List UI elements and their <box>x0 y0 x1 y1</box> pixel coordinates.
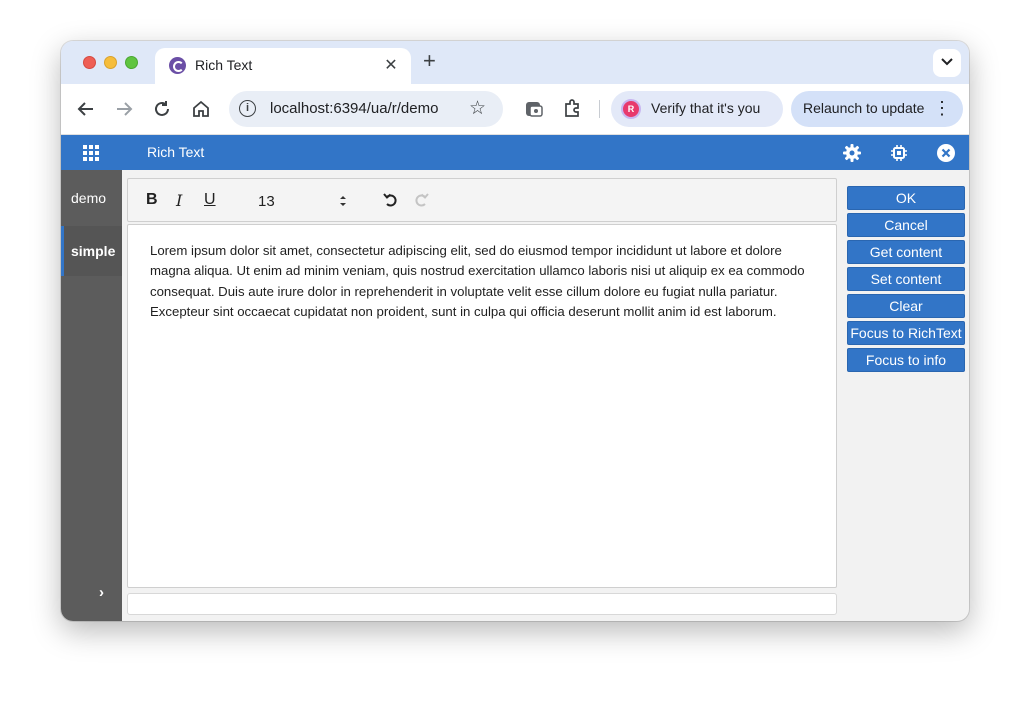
favicon-icon <box>169 57 186 74</box>
puzzle-extensions-icon[interactable] <box>561 97 583 119</box>
focus-info-button[interactable]: Focus to info <box>847 348 965 372</box>
minimize-window-button[interactable] <box>104 56 117 69</box>
browser-tab[interactable]: Rich Text ✕ <box>155 48 411 84</box>
extension-icon[interactable] <box>523 98 545 120</box>
focus-richtext-button[interactable]: Focus to RichText <box>847 321 965 345</box>
bookmark-star-icon[interactable]: ☆ <box>469 97 486 120</box>
kebab-menu-icon[interactable]: ⋮ <box>933 98 951 118</box>
clear-button[interactable]: Clear <box>847 294 965 318</box>
address-bar[interactable]: i localhost:6394/ua/r/demo ☆ <box>229 91 503 127</box>
reload-icon[interactable] <box>151 98 173 120</box>
richtext-toolbar: B I U 13 <box>127 178 837 222</box>
site-info-icon[interactable]: i <box>239 100 256 117</box>
editor-content[interactable]: Lorem ipsum dolor sit amet, consectetur … <box>150 241 810 322</box>
font-size-value[interactable]: 13 <box>258 193 275 210</box>
redo-icon[interactable] <box>412 191 430 209</box>
forward-arrow-icon[interactable] <box>113 98 135 120</box>
tab-search-button[interactable] <box>933 49 961 77</box>
ok-button[interactable]: OK <box>847 186 965 210</box>
chevron-down-icon <box>941 58 953 66</box>
back-arrow-icon[interactable] <box>75 98 97 120</box>
relaunch-button[interactable]: Relaunch to update ⋮ <box>791 91 963 127</box>
spinner-arrows-icon[interactable] <box>338 193 348 209</box>
set-content-button[interactable]: Set content <box>847 267 965 291</box>
chevron-right-icon[interactable]: › <box>99 584 104 601</box>
browser-toolbar: i localhost:6394/ua/r/demo ☆ R Verify th… <box>61 84 969 135</box>
tab-strip: Rich Text ✕ + <box>61 41 969 84</box>
tab-close-icon[interactable]: ✕ <box>381 55 401 75</box>
chip-icon[interactable] <box>889 143 909 163</box>
info-input[interactable] <box>127 593 837 615</box>
bold-button[interactable]: B <box>146 191 158 209</box>
verify-label: Verify that it's you <box>651 100 761 116</box>
tab-title: Rich Text <box>195 57 253 73</box>
app-title: Rich Text <box>147 144 205 160</box>
profile-avatar: R <box>621 99 641 119</box>
toolbar-divider <box>599 100 600 118</box>
sidebar-item-simple[interactable]: simple <box>61 226 122 276</box>
sidebar: demo simple › <box>61 170 122 621</box>
home-icon[interactable] <box>190 98 212 120</box>
gear-icon[interactable] <box>842 143 862 163</box>
action-panel: OK Cancel Get content Set content Clear … <box>847 186 965 375</box>
close-circle-icon[interactable] <box>936 143 956 163</box>
new-tab-icon[interactable]: + <box>423 50 436 72</box>
verify-identity-button[interactable]: R Verify that it's you <box>611 91 783 127</box>
close-window-button[interactable] <box>83 56 96 69</box>
italic-button[interactable]: I <box>176 191 182 210</box>
relaunch-label: Relaunch to update <box>803 100 925 116</box>
browser-window: Rich Text ✕ + i localhost:6394/ua/r/demo… <box>61 41 969 621</box>
get-content-button[interactable]: Get content <box>847 240 965 264</box>
app-header: Rich Text <box>61 135 969 170</box>
app-grid-icon[interactable] <box>83 145 99 161</box>
undo-icon[interactable] <box>382 191 400 209</box>
underline-button[interactable]: U <box>204 191 216 209</box>
cancel-button[interactable]: Cancel <box>847 213 965 237</box>
richtext-editor[interactable]: Lorem ipsum dolor sit amet, consectetur … <box>127 224 837 588</box>
address-bar-url: localhost:6394/ua/r/demo <box>270 100 439 117</box>
maximize-window-button[interactable] <box>125 56 138 69</box>
sidebar-item-demo[interactable]: demo <box>61 173 122 223</box>
